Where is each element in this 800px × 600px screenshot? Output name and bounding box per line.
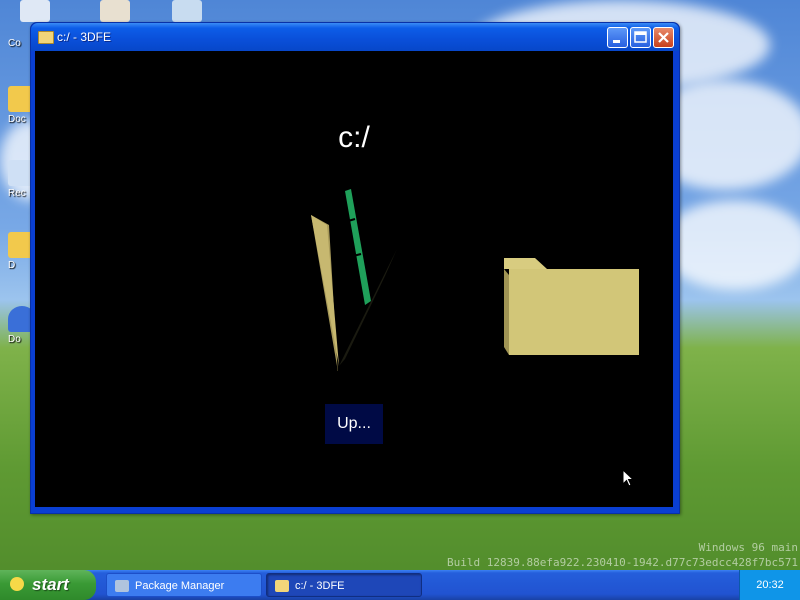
start-button[interactable]: start [0, 570, 96, 600]
folder-body [509, 269, 639, 355]
minimize-icon [613, 40, 620, 43]
folder-side [504, 269, 509, 355]
minimize-button[interactable] [607, 27, 628, 48]
rotating-folder-item[interactable] [305, 181, 405, 371]
folder-tab [504, 258, 547, 269]
system-tray-clock[interactable]: 20:32 [739, 570, 800, 600]
3d-viewport[interactable]: c:/ Up... [35, 51, 673, 507]
current-path: c:/ [338, 121, 370, 154]
taskbar-item-label: Package Manager [135, 580, 225, 592]
folder-tab-stripe [345, 189, 371, 305]
up-button[interactable]: Up... [325, 404, 383, 444]
folder-side [339, 249, 397, 366]
build-version-line2: Build 12839.88efa922.230410-1942.d77c73e… [447, 556, 798, 569]
title-bar[interactable]: c:/ - 3DFE [31, 23, 679, 51]
maximize-icon [634, 31, 647, 43]
folder-icon [38, 31, 54, 44]
mouse-cursor-icon [622, 469, 635, 487]
smiley-icon [10, 577, 24, 591]
folder-icon [275, 580, 289, 592]
taskbar-item-package-manager[interactable]: Package Manager [106, 573, 262, 597]
explorer-window[interactable]: c:/ - 3DFE c:/ Up... [30, 22, 680, 514]
close-icon [658, 32, 669, 43]
desktop-icon-top-3[interactable] [172, 0, 202, 22]
maximize-button[interactable] [630, 27, 651, 48]
start-label: start [32, 575, 69, 594]
build-version-line1: Windows 96 main [698, 541, 798, 554]
taskbar: start Package Manager c:/ - 3DFE 20:32 [0, 570, 800, 600]
window-title: c:/ - 3DFE [57, 30, 112, 44]
taskbar-item-label: c:/ - 3DFE [295, 580, 345, 592]
desktop-icon-top-2[interactable] [100, 0, 130, 22]
package-manager-icon [115, 580, 129, 592]
close-button[interactable] [653, 27, 674, 48]
folder-item[interactable] [501, 255, 641, 357]
cloud [660, 200, 800, 290]
taskbar-item-3dfe[interactable]: c:/ - 3DFE [266, 573, 422, 597]
